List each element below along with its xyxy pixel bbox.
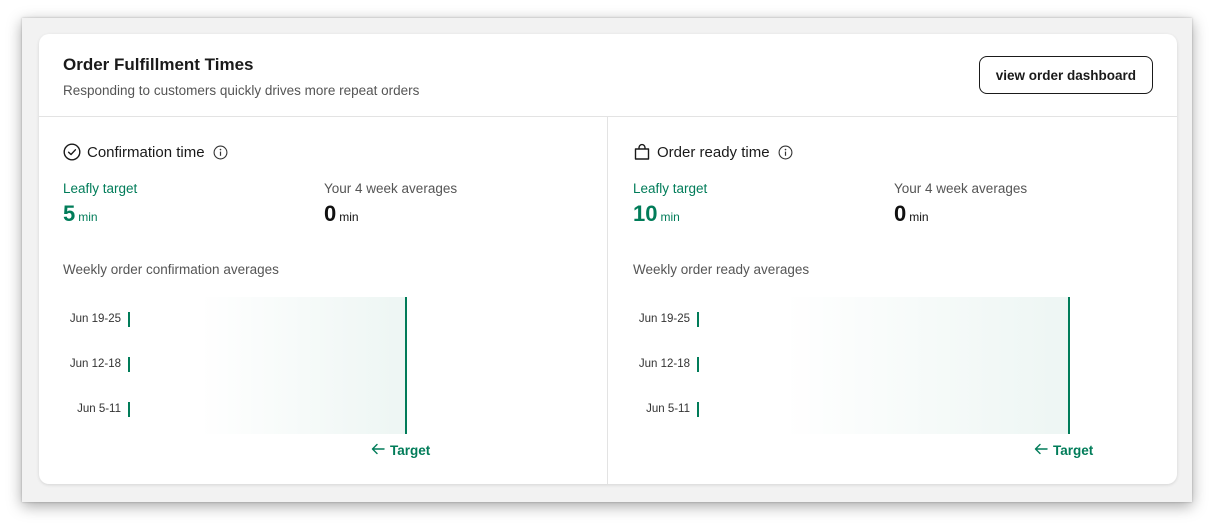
average-unit: min <box>909 210 929 224</box>
card-header: Order Fulfillment Times Responding to cu… <box>39 34 1177 117</box>
target-unit: min <box>78 210 98 224</box>
average-label: Your 4 week averages <box>324 181 458 196</box>
view-order-dashboard-button[interactable]: view order dashboard <box>978 56 1153 94</box>
arrow-left-icon <box>1034 443 1048 458</box>
week-label: Jun 19-25 <box>69 313 121 325</box>
target-line <box>405 297 407 434</box>
target-line <box>1068 297 1070 434</box>
average-number: 0 <box>894 201 907 226</box>
week-bar <box>697 357 699 372</box>
week-bar <box>128 357 130 372</box>
arrow-left-icon <box>371 443 385 458</box>
average-label: Your 4 week averages <box>894 181 1028 196</box>
week-bar <box>128 402 130 417</box>
fulfillment-card: Order Fulfillment Times Responding to cu… <box>39 34 1177 484</box>
week-label: Jun 5-11 <box>77 403 121 415</box>
week-bar <box>128 312 130 327</box>
week-label: Jun 19-25 <box>638 313 690 325</box>
target-number: 10 <box>633 201 658 226</box>
check-circle-icon <box>63 143 81 161</box>
week-label: Jun 12-18 <box>638 358 690 370</box>
chart-title: Weekly order confirmation averages <box>63 262 279 277</box>
app-window: Order Fulfillment Times Responding to cu… <box>22 18 1192 502</box>
target-marker: Target <box>371 443 430 458</box>
shopping-bag-icon <box>633 143 651 161</box>
confirmation-chart: Jun 19-25 Jun 12-18 Jun 5-11 Target <box>39 297 608 458</box>
panel-title: Confirmation time <box>63 143 228 161</box>
target-value: 5 min <box>63 201 98 227</box>
target-marker: Target <box>1034 443 1093 458</box>
average-number: 0 <box>324 201 337 226</box>
week-label: Jun 12-18 <box>69 358 121 370</box>
panel-title-text: Order ready time <box>657 143 770 161</box>
chart-title: Weekly order ready averages <box>633 262 810 277</box>
card-subtitle: Responding to customers quickly drives m… <box>63 83 420 98</box>
target-marker-label: Target <box>390 443 431 458</box>
panel-title-text: Confirmation time <box>87 143 205 161</box>
average-value: 0 min <box>324 201 359 227</box>
week-bar <box>697 312 699 327</box>
average-value: 0 min <box>894 201 929 227</box>
target-value: 10 min <box>633 201 680 227</box>
week-label: Jun 5-11 <box>646 403 690 415</box>
average-unit: min <box>339 210 359 224</box>
target-band <box>199 297 406 434</box>
target-label: Leafly target <box>63 181 138 196</box>
order-ready-chart: Jun 19-25 Jun 12-18 Jun 5-11 Target <box>608 297 1177 458</box>
week-bar <box>697 402 699 417</box>
info-icon[interactable] <box>213 145 228 160</box>
target-label: Leafly target <box>633 181 708 196</box>
order-ready-time-panel: Order ready time Leafly target 10 min You… <box>608 117 1177 484</box>
target-unit: min <box>660 210 680 224</box>
confirmation-time-panel: Confirmation time Leafly target 5 min You… <box>39 117 608 484</box>
target-band <box>783 297 1069 434</box>
info-icon[interactable] <box>778 145 793 160</box>
target-marker-label: Target <box>1053 443 1094 458</box>
target-number: 5 <box>63 201 76 226</box>
panel-title: Order ready time <box>633 143 793 161</box>
card-title: Order Fulfillment Times <box>63 55 254 74</box>
